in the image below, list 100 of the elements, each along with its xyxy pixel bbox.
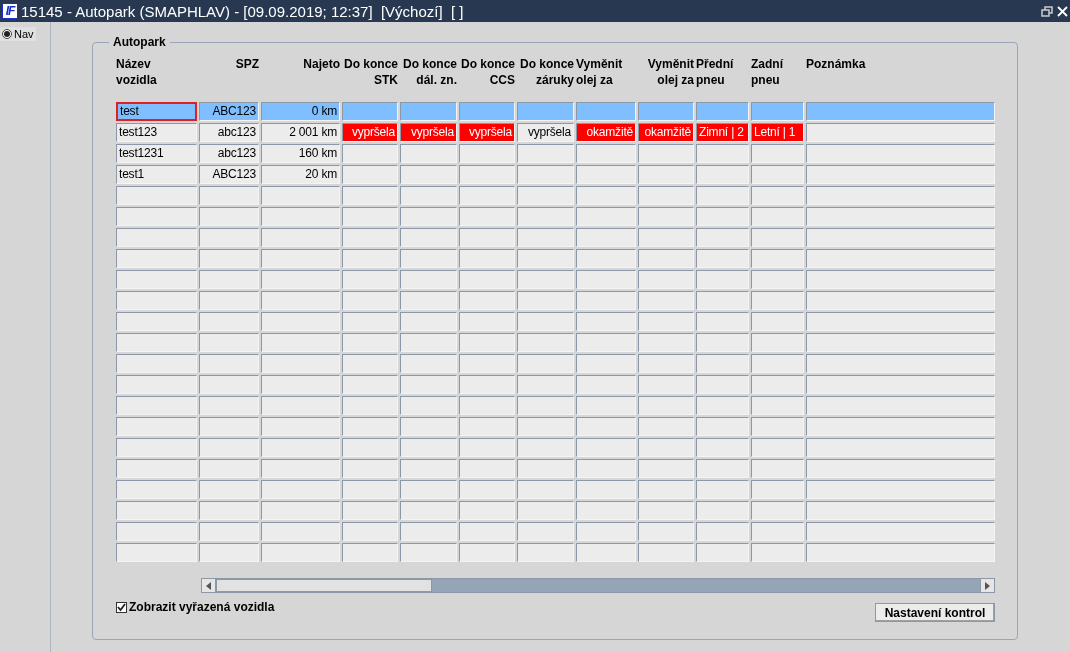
table-cell[interactable]	[261, 291, 340, 310]
table-cell[interactable]	[459, 417, 515, 436]
nav-radio[interactable]: Nav	[0, 27, 36, 41]
table-cell[interactable]: okamžitě	[638, 123, 694, 142]
table-cell[interactable]	[116, 417, 197, 436]
table-cell[interactable]	[517, 543, 574, 562]
table-cell[interactable]	[638, 228, 694, 247]
table-cell[interactable]	[199, 312, 259, 331]
table-cell[interactable]	[517, 396, 574, 415]
table-cell[interactable]	[199, 501, 259, 520]
table-cell[interactable]	[459, 396, 515, 415]
table-cell[interactable]	[696, 459, 749, 478]
table-cell[interactable]	[342, 543, 398, 562]
table-cell[interactable]	[459, 459, 515, 478]
table-cell[interactable]	[638, 165, 694, 184]
table-cell[interactable]	[576, 102, 636, 121]
table-cell[interactable]	[342, 102, 398, 121]
table-cell[interactable]	[806, 396, 995, 415]
table-cell[interactable]: vypršela	[342, 123, 398, 142]
table-cell[interactable]	[696, 165, 749, 184]
table-cell[interactable]	[116, 186, 197, 205]
table-cell[interactable]: ABC123	[199, 102, 259, 121]
table-cell[interactable]	[116, 228, 197, 247]
table-cell[interactable]	[342, 375, 398, 394]
table-cell[interactable]	[576, 438, 636, 457]
table-cell[interactable]: Letní | 1	[751, 123, 804, 142]
table-cell[interactable]	[517, 501, 574, 520]
table-cell[interactable]	[751, 333, 804, 352]
table-cell[interactable]	[696, 543, 749, 562]
table-cell[interactable]	[517, 459, 574, 478]
table-cell[interactable]	[696, 270, 749, 289]
table-cell[interactable]	[517, 417, 574, 436]
table-cell[interactable]	[459, 249, 515, 268]
table-cell[interactable]: vypršela	[459, 123, 515, 142]
table-cell[interactable]	[517, 480, 574, 499]
table-cell[interactable]	[517, 270, 574, 289]
table-cell[interactable]	[751, 270, 804, 289]
table-cell[interactable]	[261, 333, 340, 352]
table-cell[interactable]	[806, 270, 995, 289]
table-cell[interactable]	[342, 417, 398, 436]
table-cell[interactable]	[517, 291, 574, 310]
table-cell[interactable]	[459, 375, 515, 394]
table-cell[interactable]: test1231	[116, 144, 197, 163]
table-cell[interactable]	[116, 375, 197, 394]
table-cell[interactable]	[638, 249, 694, 268]
table-cell[interactable]	[517, 228, 574, 247]
table-cell[interactable]	[459, 543, 515, 562]
table-cell[interactable]	[806, 354, 995, 373]
table-cell[interactable]	[576, 522, 636, 541]
table-cell[interactable]	[576, 480, 636, 499]
table-cell[interactable]	[199, 228, 259, 247]
table-cell[interactable]	[517, 354, 574, 373]
table-cell[interactable]	[342, 186, 398, 205]
table-cell[interactable]: vypršela	[517, 123, 574, 142]
table-cell[interactable]: test	[116, 102, 197, 121]
table-cell[interactable]	[199, 354, 259, 373]
table-cell[interactable]	[696, 186, 749, 205]
table-cell[interactable]	[751, 522, 804, 541]
table-cell[interactable]	[261, 312, 340, 331]
table-cell[interactable]	[199, 543, 259, 562]
table-cell[interactable]	[116, 438, 197, 457]
table-cell[interactable]	[696, 249, 749, 268]
table-cell[interactable]	[638, 396, 694, 415]
table-cell[interactable]	[400, 228, 457, 247]
table-cell[interactable]	[806, 543, 995, 562]
table-cell[interactable]	[261, 186, 340, 205]
table-cell[interactable]	[751, 459, 804, 478]
table-cell[interactable]	[576, 207, 636, 226]
table-cell[interactable]	[342, 165, 398, 184]
table-cell[interactable]	[751, 312, 804, 331]
table-cell[interactable]	[116, 522, 197, 541]
table-cell[interactable]: 160 km	[261, 144, 340, 163]
table-cell[interactable]	[116, 291, 197, 310]
table-cell[interactable]	[459, 312, 515, 331]
table-cell[interactable]	[517, 375, 574, 394]
table-cell[interactable]	[400, 354, 457, 373]
table-cell[interactable]	[696, 480, 749, 499]
table-cell[interactable]	[638, 354, 694, 373]
table-cell[interactable]	[638, 186, 694, 205]
table-cell[interactable]	[751, 438, 804, 457]
table-cell[interactable]	[400, 480, 457, 499]
table-cell[interactable]	[638, 144, 694, 163]
table-cell[interactable]: 2 001 km	[261, 123, 340, 142]
table-cell[interactable]	[806, 312, 995, 331]
table-cell[interactable]	[342, 480, 398, 499]
table-cell[interactable]	[261, 417, 340, 436]
table-cell[interactable]	[696, 375, 749, 394]
table-cell[interactable]	[806, 249, 995, 268]
table-cell[interactable]	[517, 186, 574, 205]
table-cell[interactable]	[638, 312, 694, 331]
table-cell[interactable]	[116, 207, 197, 226]
table-cell[interactable]	[576, 501, 636, 520]
table-cell[interactable]	[459, 186, 515, 205]
table-cell[interactable]	[400, 522, 457, 541]
table-cell[interactable]	[806, 417, 995, 436]
table-cell[interactable]	[199, 186, 259, 205]
table-cell[interactable]	[696, 396, 749, 415]
table-cell[interactable]	[751, 480, 804, 499]
table-cell[interactable]	[199, 459, 259, 478]
table-cell[interactable]	[342, 228, 398, 247]
